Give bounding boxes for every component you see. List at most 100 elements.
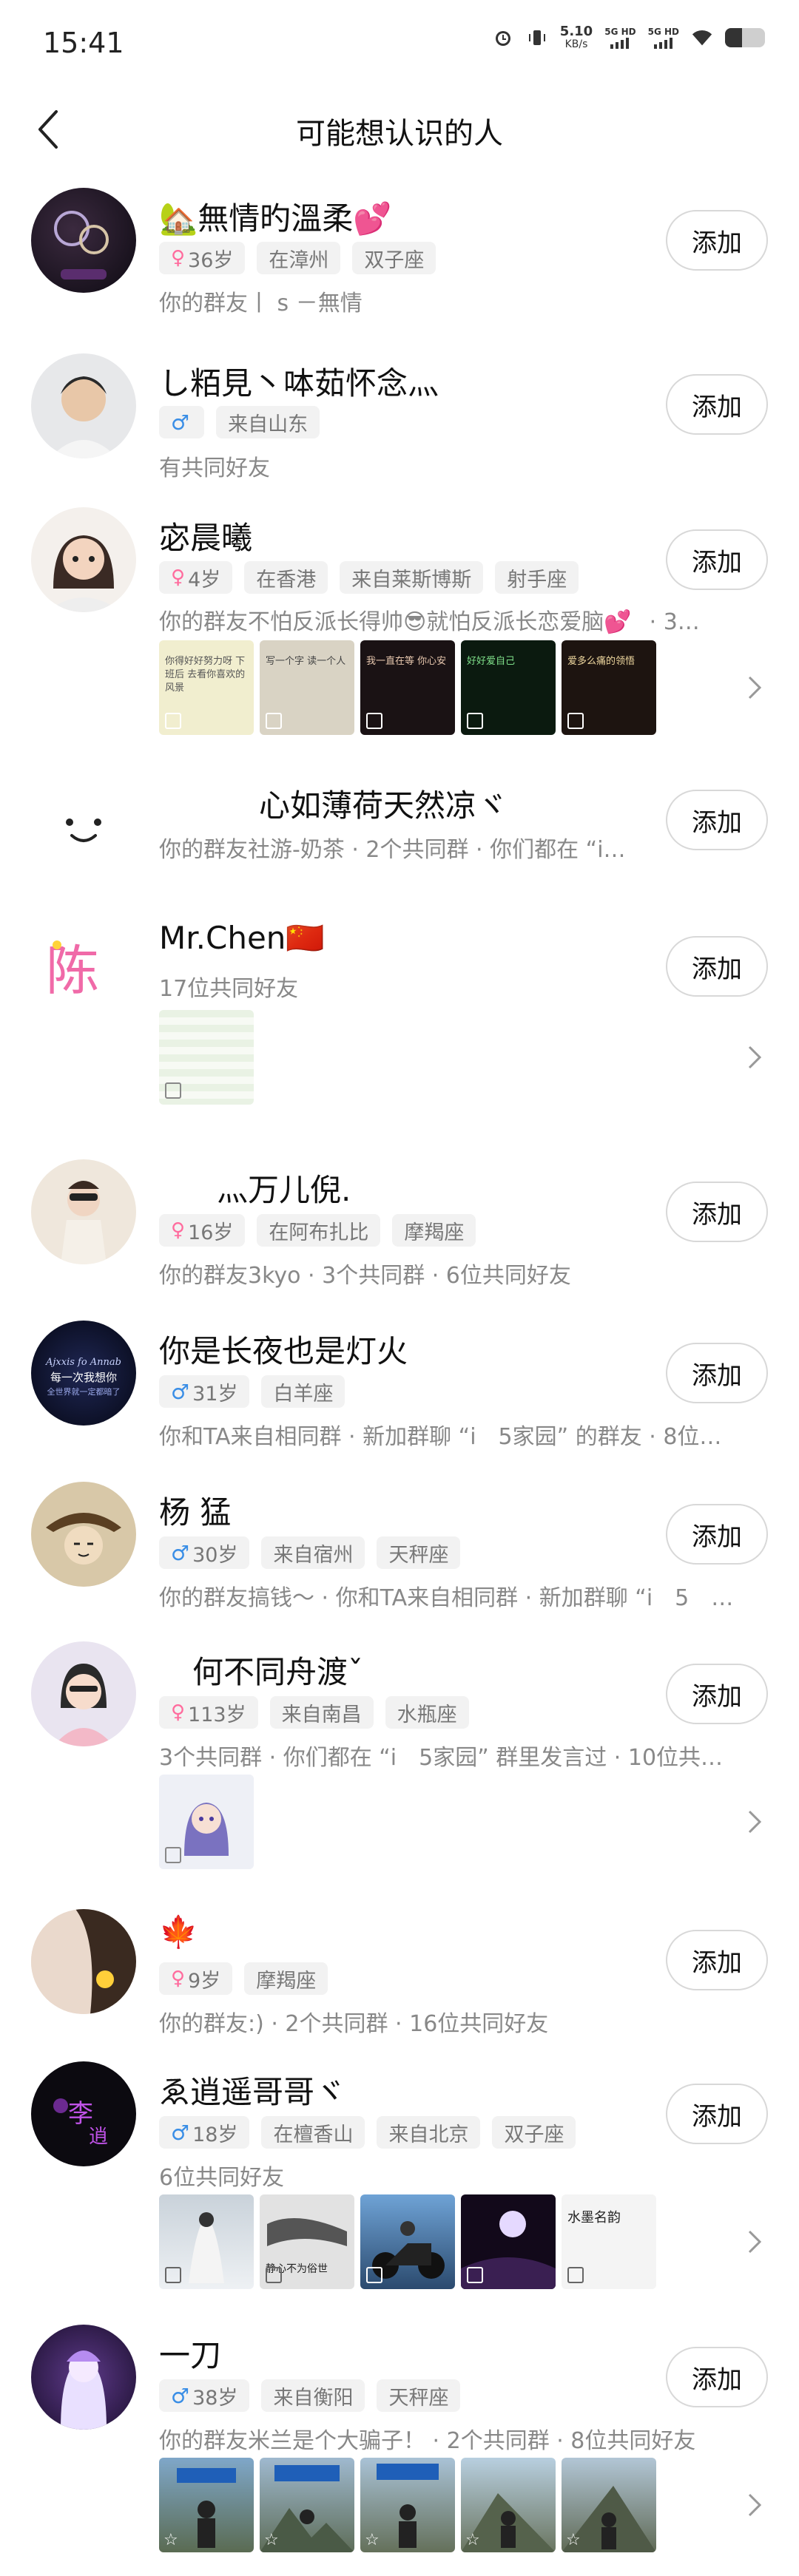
add-button[interactable]: 添加: [666, 374, 768, 435]
add-button[interactable]: 添加: [666, 1504, 768, 1565]
description: 你的群友搞钱～ · 你和TA来自相同群 · 新加群聊 “i 5 …: [159, 1585, 734, 1611]
add-button[interactable]: 添加: [666, 1182, 768, 1242]
list-item[interactable]: 🏡無情旳溫柔💕 ♀ 36岁 在漳州 双子座 你的群友丨 s －無情 添加: [0, 170, 799, 333]
list-item[interactable]: 陈 Mr.Chen🇨🇳 17位共同好友 添加: [0, 893, 799, 1145]
add-button[interactable]: 添加: [666, 1930, 768, 1990]
avatar[interactable]: [31, 2325, 136, 2430]
photo[interactable]: ☆: [461, 2458, 556, 2552]
age-tag: ♀ 36岁: [159, 242, 246, 274]
age-tag: ♂ 31岁: [159, 1375, 250, 1408]
user-name: Mr.Chen🇨🇳: [159, 920, 325, 956]
photo[interactable]: 水墨名韵: [562, 2194, 656, 2289]
age-tag: ♀ 113岁: [159, 1696, 258, 1729]
tags: ♀ 9岁 摩羯座: [159, 1962, 328, 1995]
svg-text:全世界就一定都暗了: 全世界就一定都暗了: [47, 1386, 121, 1397]
photo-icon: [467, 2267, 483, 2283]
list-item[interactable]: 心如薄荷天然凉ヾ 你的群友社游-奶茶 · 2个共同群 · 你们都在 “i… 添加: [0, 757, 799, 893]
svg-text:陈: 陈: [46, 940, 99, 1002]
battery-icon: [725, 28, 765, 47]
photo[interactable]: 爱多么痛的领悟: [562, 640, 656, 735]
photo[interactable]: 静心不为俗世: [260, 2194, 354, 2289]
tag: 来自莱斯博斯: [340, 561, 484, 594]
photo[interactable]: 我一直在等 你心安: [360, 640, 455, 735]
vibrate-icon: [526, 27, 548, 49]
photo[interactable]: [159, 1010, 254, 1105]
photo[interactable]: [159, 2194, 254, 2289]
list-item[interactable]: 灬万儿倪. ♀ 16岁 在阿布扎比 摩羯座 你的群友3kyo · 3个共同群 · …: [0, 1145, 799, 1306]
add-button[interactable]: 添加: [666, 2347, 768, 2407]
list-item[interactable]: し粨見丶呠茹怀念灬 ♂ 来自山东 有共同好友 添加: [0, 333, 799, 492]
photo[interactable]: [461, 2194, 556, 2289]
photo[interactable]: ☆: [360, 2458, 455, 2552]
tag: 白羊座: [261, 1375, 345, 1408]
avatar[interactable]: 陈: [31, 915, 136, 1020]
avatar[interactable]: [31, 772, 136, 877]
photo[interactable]: ☆: [159, 2458, 254, 2552]
photo-icon: [366, 2267, 382, 2283]
avatar[interactable]: [31, 1641, 136, 1746]
list-item[interactable]: 一刀 ♂ 38岁 来自衡阳 天秤座 你的群友米兰是个大骗子！ · 2个共同群 · …: [0, 2310, 799, 2576]
user-name: 你是长夜也是灯火: [159, 1333, 408, 1369]
photo-strip[interactable]: [159, 1775, 254, 1869]
avatar[interactable]: [31, 507, 136, 612]
photo-icon: [366, 713, 382, 729]
avatar[interactable]: [31, 188, 136, 293]
user-name: 宓晨曦: [159, 520, 253, 556]
photo-strip[interactable]: 你得好好努力呀 下班后 去看你喜欢的风景 写一个字 读一个人 我一直在等 你心安…: [159, 640, 656, 735]
tags: ♂ 18岁 在檀香山 来自北京 双子座: [159, 2116, 576, 2149]
add-button[interactable]: 添加: [666, 936, 768, 997]
chevron-right-icon[interactable]: [740, 1807, 769, 1837]
avatar[interactable]: 李逍: [31, 2061, 136, 2166]
add-button[interactable]: 添加: [666, 210, 768, 271]
avatar[interactable]: [31, 1159, 136, 1264]
tag: 来自衡阳: [261, 2379, 365, 2412]
add-button[interactable]: 添加: [666, 790, 768, 850]
photo[interactable]: [360, 2194, 455, 2289]
list-item[interactable]: Ajxxis fo Annab 每一次我想你 全世界就一定都暗了 你是长夜也是灯火 …: [0, 1306, 799, 1467]
user-name: 杨 猛: [159, 1494, 232, 1531]
status-icons: 5.10 KB/s 5G HD 5G HD: [492, 25, 765, 50]
list-item[interactable]: 宓晨曦 ♀ 4岁 在香港 来自莱斯博斯 射手座 你的群友不怕反派长得帅😎就怕反派长…: [0, 492, 799, 757]
chevron-right-icon[interactable]: [740, 2490, 769, 2520]
list-item[interactable]: 何不同舟渡ˇ ♀ 113岁 来自南昌 水瓶座 3个共同群 · 你们都在 “i 5家…: [0, 1627, 799, 1890]
photo-strip[interactable]: 静心不为俗世 水墨名韵: [159, 2194, 656, 2289]
description: 你的群友不怕反派长得帅😎就怕反派长恋爱脑💕 · 3…: [159, 609, 700, 635]
add-button[interactable]: 添加: [666, 1664, 768, 1724]
add-button[interactable]: 添加: [666, 529, 768, 590]
photo-icon: [567, 713, 584, 729]
description: 有共同好友: [159, 455, 270, 481]
tag: 水瓶座: [385, 1696, 469, 1729]
age-tag: ♀ 9岁: [159, 1962, 233, 1995]
avatar[interactable]: [31, 1482, 136, 1587]
svg-text:逍: 逍: [89, 2126, 108, 2148]
photo[interactable]: 写一个字 读一个人: [260, 640, 354, 735]
male-icon: ♂: [171, 1379, 190, 1404]
photo-strip[interactable]: ☆ ☆ ☆ ☆ ☆: [159, 2458, 656, 2552]
add-button[interactable]: 添加: [666, 1343, 768, 1403]
tag: 来自北京: [377, 2116, 481, 2149]
age-tag: ♀ 4岁: [159, 561, 233, 594]
signal-1: 5G HD: [604, 27, 636, 49]
female-icon: ♀: [171, 247, 186, 269]
chevron-right-icon[interactable]: [740, 673, 769, 702]
list-item[interactable]: 李逍 ゑ逍遥哥哥ヾ ♂ 18岁 在檀香山 来自北京 双子座 6位共同好友 添加 静…: [0, 2047, 799, 2310]
photo[interactable]: 你得好好努力呀 下班后 去看你喜欢的风景: [159, 640, 254, 735]
avatar[interactable]: [31, 353, 136, 458]
description: 3个共同群 · 你们都在 “i 5家园” 群里发言过 · 10位共…: [159, 1745, 724, 1771]
photo[interactable]: ☆: [562, 2458, 656, 2552]
avatar[interactable]: Ajxxis fo Annab 每一次我想你 全世界就一定都暗了: [31, 1321, 136, 1426]
tag: 双子座: [352, 242, 436, 274]
chevron-right-icon[interactable]: [740, 2227, 769, 2257]
avatar[interactable]: [31, 1909, 136, 2014]
photo-strip[interactable]: [159, 1010, 254, 1105]
photo[interactable]: ☆: [260, 2458, 354, 2552]
list-item[interactable]: 🍁 ♀ 9岁 摩羯座 你的群友:) · 2个共同群 · 16位共同好友 添加: [0, 1890, 799, 2047]
description: 你的群友丨 s －無情: [159, 291, 363, 316]
photo[interactable]: [159, 1775, 254, 1869]
tags: ♀ 4岁 在香港 来自莱斯博斯 射手座: [159, 561, 579, 594]
list-item[interactable]: 杨 猛 ♂ 30岁 来自宿州 天秤座 你的群友搞钱～ · 你和TA来自相同群 · …: [0, 1467, 799, 1627]
male-icon: ♂: [171, 2120, 190, 2145]
chevron-right-icon[interactable]: [740, 1043, 769, 1072]
photo[interactable]: 好好爱自己: [461, 640, 556, 735]
add-button[interactable]: 添加: [666, 2084, 768, 2144]
